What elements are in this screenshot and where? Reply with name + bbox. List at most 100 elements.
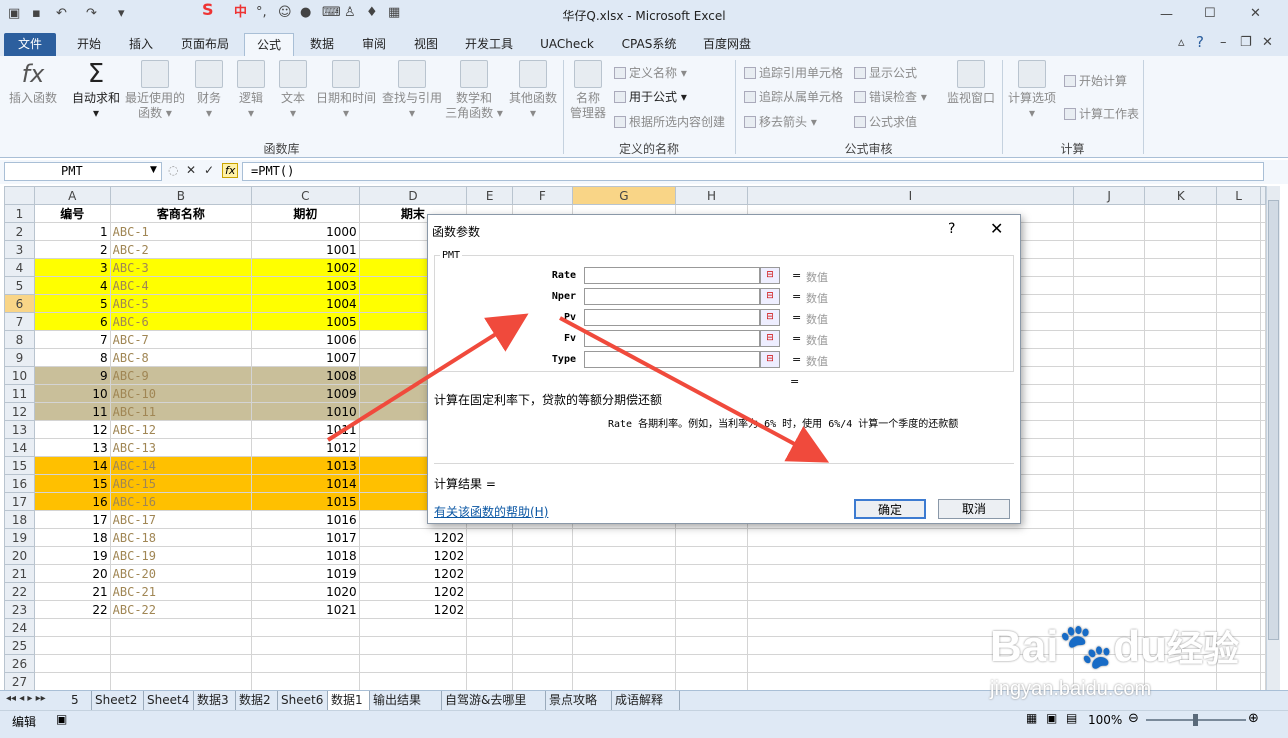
cell[interactable]	[358, 618, 468, 637]
more-functions-button[interactable]: 其他函数 ▾	[506, 60, 560, 121]
lookup-reference-button[interactable]: 查找与引用 ▾	[380, 60, 444, 121]
zoom-out-icon[interactable]: ⊖	[1128, 711, 1139, 726]
cell[interactable]	[1144, 204, 1218, 223]
row-header[interactable]: 20	[4, 546, 35, 565]
id-cell[interactable]: 19	[33, 546, 111, 565]
cell[interactable]	[1144, 366, 1218, 385]
minimize-icon[interactable]: —	[1160, 8, 1173, 22]
page-layout-view-icon[interactable]: ▣	[1046, 711, 1057, 725]
cell[interactable]	[1144, 474, 1218, 493]
cell[interactable]	[1260, 510, 1266, 529]
cell[interactable]	[1072, 366, 1146, 385]
cell[interactable]	[1144, 402, 1218, 421]
cell[interactable]	[675, 618, 748, 637]
closing-cell[interactable]: 1202	[358, 564, 468, 583]
collapse-dialog-icon[interactable]: ⊟	[760, 351, 780, 368]
vertical-scrollbar[interactable]	[1266, 186, 1280, 690]
cell[interactable]	[1144, 330, 1218, 349]
row-header[interactable]: 9	[4, 348, 35, 367]
cell[interactable]	[512, 546, 573, 565]
cell[interactable]	[1216, 384, 1261, 403]
row-header[interactable]: 17	[4, 492, 35, 511]
cell[interactable]	[1260, 330, 1266, 349]
arg-input[interactable]	[584, 330, 760, 347]
name-box[interactable]: PMT	[4, 162, 162, 181]
cell[interactable]	[571, 636, 677, 655]
column-header[interactable]: B	[109, 186, 253, 205]
maximize-icon[interactable]: ☐	[1204, 7, 1216, 21]
cell[interactable]	[1260, 240, 1266, 259]
remove-arrows-button[interactable]: 移去箭头 ▾	[744, 115, 817, 129]
cell[interactable]	[571, 654, 677, 673]
id-cell[interactable]: 13	[33, 438, 111, 457]
name-cell[interactable]: ABC-12	[109, 420, 253, 439]
cell[interactable]	[1216, 582, 1261, 601]
macro-record-icon[interactable]: ▣	[56, 712, 67, 726]
cell[interactable]	[1216, 312, 1261, 331]
cell[interactable]	[512, 618, 573, 637]
cell[interactable]	[33, 618, 111, 637]
arg-input[interactable]	[584, 288, 760, 305]
cell[interactable]	[358, 636, 468, 655]
cell[interactable]	[1216, 222, 1261, 241]
id-cell[interactable]: 14	[33, 456, 111, 475]
arg-input[interactable]	[584, 351, 760, 368]
tab-review[interactable]: 审阅	[352, 33, 396, 56]
doc-close-icon[interactable]: ✕	[1262, 36, 1273, 50]
sheet-tab[interactable]: 5	[68, 691, 92, 710]
cell[interactable]	[1072, 564, 1146, 583]
row-header[interactable]: 18	[4, 510, 35, 529]
tab-baidu-netdisk[interactable]: 百度网盘	[696, 33, 758, 56]
cell[interactable]	[1144, 312, 1218, 331]
cell[interactable]	[1216, 258, 1261, 277]
sheet-tab[interactable]: 自驾游&去哪里	[442, 691, 546, 710]
id-cell[interactable]: 4	[33, 276, 111, 295]
column-header[interactable]: D	[358, 186, 468, 205]
column-header[interactable]	[1260, 186, 1266, 205]
name-cell[interactable]: ABC-4	[109, 276, 253, 295]
cell[interactable]	[1216, 420, 1261, 439]
sheet-tab[interactable]: 数据1	[328, 691, 370, 710]
sheet-nav-arrows-icon[interactable]: ◂◂ ◂ ▸ ▸▸	[6, 693, 46, 704]
cell[interactable]	[1216, 438, 1261, 457]
cell[interactable]	[1144, 672, 1218, 690]
row-header[interactable]: 12	[4, 402, 35, 421]
cell[interactable]	[1216, 330, 1261, 349]
cell[interactable]	[1260, 438, 1266, 457]
calculate-now-button[interactable]: 开始计算	[1064, 74, 1127, 88]
row-header[interactable]: 6	[4, 294, 35, 313]
cell[interactable]	[512, 600, 573, 619]
cell[interactable]	[1144, 492, 1218, 511]
cell[interactable]	[1144, 528, 1218, 547]
cell[interactable]	[1072, 312, 1146, 331]
cell[interactable]	[571, 672, 677, 690]
cell[interactable]	[675, 564, 748, 583]
enter-entry-icon[interactable]: ✓	[204, 163, 214, 177]
cell[interactable]	[1144, 510, 1218, 529]
cell[interactable]	[1216, 528, 1261, 547]
cell[interactable]	[1144, 600, 1218, 619]
opening-cell[interactable]: 1006	[251, 330, 360, 349]
id-cell[interactable]: 9	[33, 366, 111, 385]
name-cell[interactable]: ABC-14	[109, 456, 253, 475]
row-header[interactable]: 21	[4, 564, 35, 583]
cell[interactable]	[1072, 600, 1146, 619]
cell[interactable]	[1216, 294, 1261, 313]
cell[interactable]	[1260, 654, 1266, 673]
tab-uacheck[interactable]: UACheck	[534, 33, 600, 56]
doc-restore-icon[interactable]: ❐	[1240, 36, 1252, 50]
cell[interactable]	[1144, 258, 1218, 277]
header-cell[interactable]: 客商名称	[109, 204, 253, 223]
name-cell[interactable]: ABC-8	[109, 348, 253, 367]
row-header[interactable]: 27	[4, 672, 35, 690]
cell[interactable]	[1144, 564, 1218, 583]
cell[interactable]	[1072, 204, 1146, 223]
id-cell[interactable]: 5	[33, 294, 111, 313]
cell[interactable]	[109, 618, 253, 637]
cell[interactable]	[571, 618, 677, 637]
use-in-formula-button[interactable]: 用于公式 ▾	[614, 90, 687, 104]
column-header[interactable]: I	[746, 186, 1074, 205]
sheet-tab[interactable]: Sheet2	[92, 691, 144, 710]
cell[interactable]	[1260, 276, 1266, 295]
arg-input[interactable]	[584, 309, 760, 326]
